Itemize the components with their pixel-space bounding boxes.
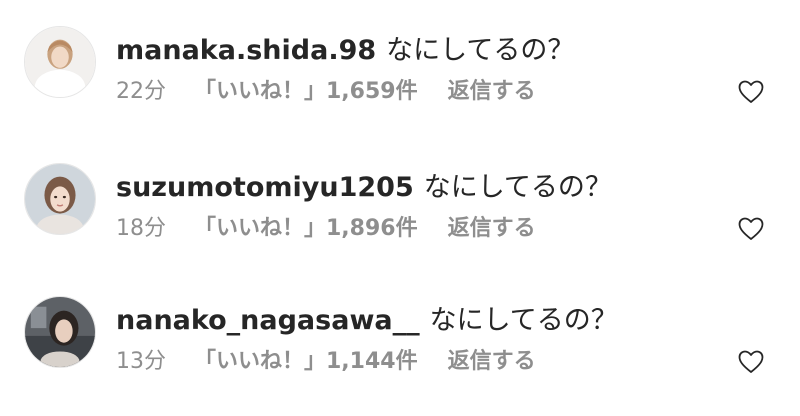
comment-meta: 22分 「いいね！」1,659件 返信する [116, 78, 536, 106]
reply-button[interactable]: 返信する [448, 216, 536, 241]
heart-outline-icon[interactable] [738, 217, 764, 241]
heart-outline-icon[interactable] [738, 80, 764, 104]
heart-outline-icon[interactable] [738, 350, 764, 374]
comment-line: nanako_nagasawa__ なにしてるの？ [116, 304, 618, 338]
comment-line: manaka.shida.98 なにしてるの？ [116, 34, 574, 68]
comment-item: suzumotomiyu1205 なにしてるの？ 18分 「いいね！」1,896件 返… [0, 163, 800, 273]
comment-line: suzumotomiyu1205 なにしてるの？ [116, 171, 612, 205]
comment-list: manaka.shida.98 なにしてるの？ 22分 「いいね！」1,659件 返信… [0, 0, 800, 416]
avatar[interactable] [24, 296, 96, 368]
reply-button[interactable]: 返信する [448, 349, 536, 374]
comment-time[interactable]: 22分 [116, 78, 166, 106]
comment-text: なにしてるの？ [429, 305, 618, 336]
comment-text: なにしてるの？ [386, 35, 575, 66]
comment-meta: 13分 「いいね！」1,144件 返信する [116, 348, 536, 376]
comment-username[interactable]: manaka.shida.98 [116, 35, 376, 66]
comment-likes-count[interactable]: 「いいね！」1,144件 [194, 349, 418, 374]
reply-button[interactable]: 返信する [448, 79, 536, 104]
comment-item: manaka.shida.98 なにしてるの？ 22分 「いいね！」1,659件 返信… [0, 26, 800, 136]
avatar-photo [25, 27, 95, 97]
comment-time[interactable]: 18分 [116, 215, 166, 243]
comment-meta: 18分 「いいね！」1,896件 返信する [116, 215, 536, 243]
avatar-photo [25, 164, 95, 234]
comment-item: nanako_nagasawa__ なにしてるの？ 13分 「いいね！」1,144件… [0, 296, 800, 406]
avatar[interactable] [24, 163, 96, 235]
comment-username[interactable]: nanako_nagasawa__ [116, 305, 420, 336]
comment-likes-count[interactable]: 「いいね！」1,659件 [194, 79, 418, 104]
avatar[interactable] [24, 26, 96, 98]
comment-likes-count[interactable]: 「いいね！」1,896件 [194, 216, 418, 241]
comment-username[interactable]: suzumotomiyu1205 [116, 172, 414, 203]
comment-time[interactable]: 13分 [116, 348, 166, 376]
comment-text: なにしてるの？ [423, 172, 612, 203]
avatar-photo [25, 297, 95, 367]
